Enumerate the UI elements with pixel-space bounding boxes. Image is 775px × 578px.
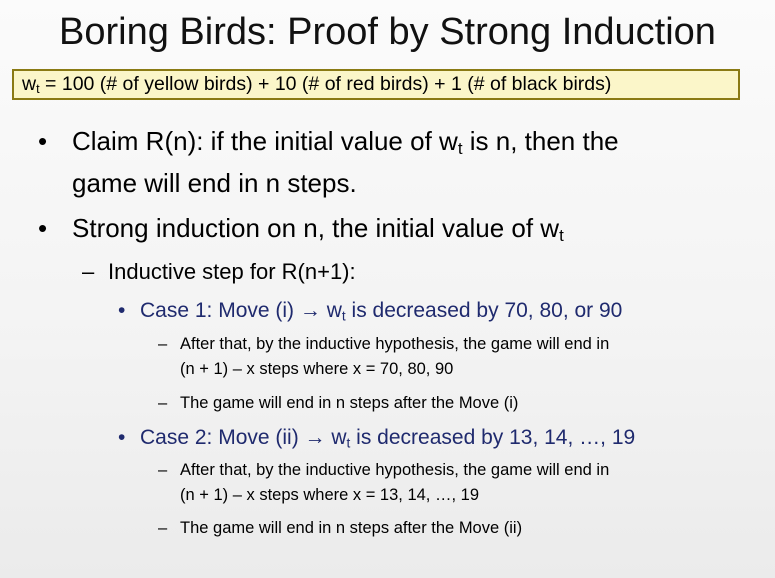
slide-title: Boring Birds: Proof by Strong Induction [59, 11, 716, 53]
bullet-dot: • [38, 213, 48, 243]
claim-text: Claim R(n): if the initial value of w [72, 126, 458, 156]
formula-expression: = 100 (# of yellow birds) + 10 (# of red… [39, 73, 612, 95]
case-2-item-1-line-2: (n + 1) – x steps where x = 13, 14, …, 1… [180, 486, 479, 504]
case-2-w: w [325, 426, 347, 449]
case-bullet: • [118, 299, 126, 322]
dash-marker: – [82, 259, 95, 284]
case-1-item-2-line-1: The game will end in n steps after the M… [180, 394, 519, 412]
case-1-text: Case 1: Move (i) → wt is decreased by 70… [140, 297, 622, 325]
dash-marker: – [158, 461, 168, 479]
inductive-step-text: Inductive step for R(n+1): [108, 259, 356, 284]
case-1-item-1-line-1: After that, by the inductive hypothesis,… [180, 335, 610, 353]
case-1-prefix: Case 1: Move (i) [140, 299, 300, 322]
case-2-item-2-line-1: The game will end in n steps after the M… [180, 519, 523, 537]
case-1-rest: is decreased by 70, 80, or 90 [345, 299, 623, 322]
strong-induction-label: Strong induction on n, the initial value… [72, 213, 560, 243]
dash-marker: – [158, 519, 168, 537]
strong-induction-text: Strong induction on n, the initial value… [72, 210, 564, 246]
case-1-item-1-line-2: (n + 1) – x steps where x = 70, 80, 90 [180, 360, 454, 378]
claim-line-1: Claim R(n): if the initial value of wt i… [72, 123, 619, 159]
formula-box: wt = 100 (# of yellow birds) + 10 (# of … [12, 69, 740, 100]
case-1-w: w [320, 299, 342, 322]
dash-marker: – [158, 394, 168, 412]
case-bullet: • [118, 426, 126, 449]
case-2-text: Case 2: Move (ii) → wt is decreased by 1… [140, 424, 635, 452]
strong-induction-subscript: t [559, 226, 564, 246]
arrow-icon: → [299, 299, 321, 322]
claim-text-end: is n, then the [462, 126, 619, 156]
bullet-dot: • [38, 126, 48, 156]
case-2-prefix: Case 2: Move (ii) [140, 426, 305, 449]
claim-line-2: game will end in n steps. [72, 168, 357, 198]
case-2-rest: is decreased by 13, 14, …, 19 [350, 426, 636, 449]
case-2-item-1-line-1: After that, by the inductive hypothesis,… [180, 461, 610, 479]
arrow-icon: → [304, 426, 326, 449]
formula-w: w [22, 73, 37, 95]
dash-marker: – [158, 335, 168, 353]
